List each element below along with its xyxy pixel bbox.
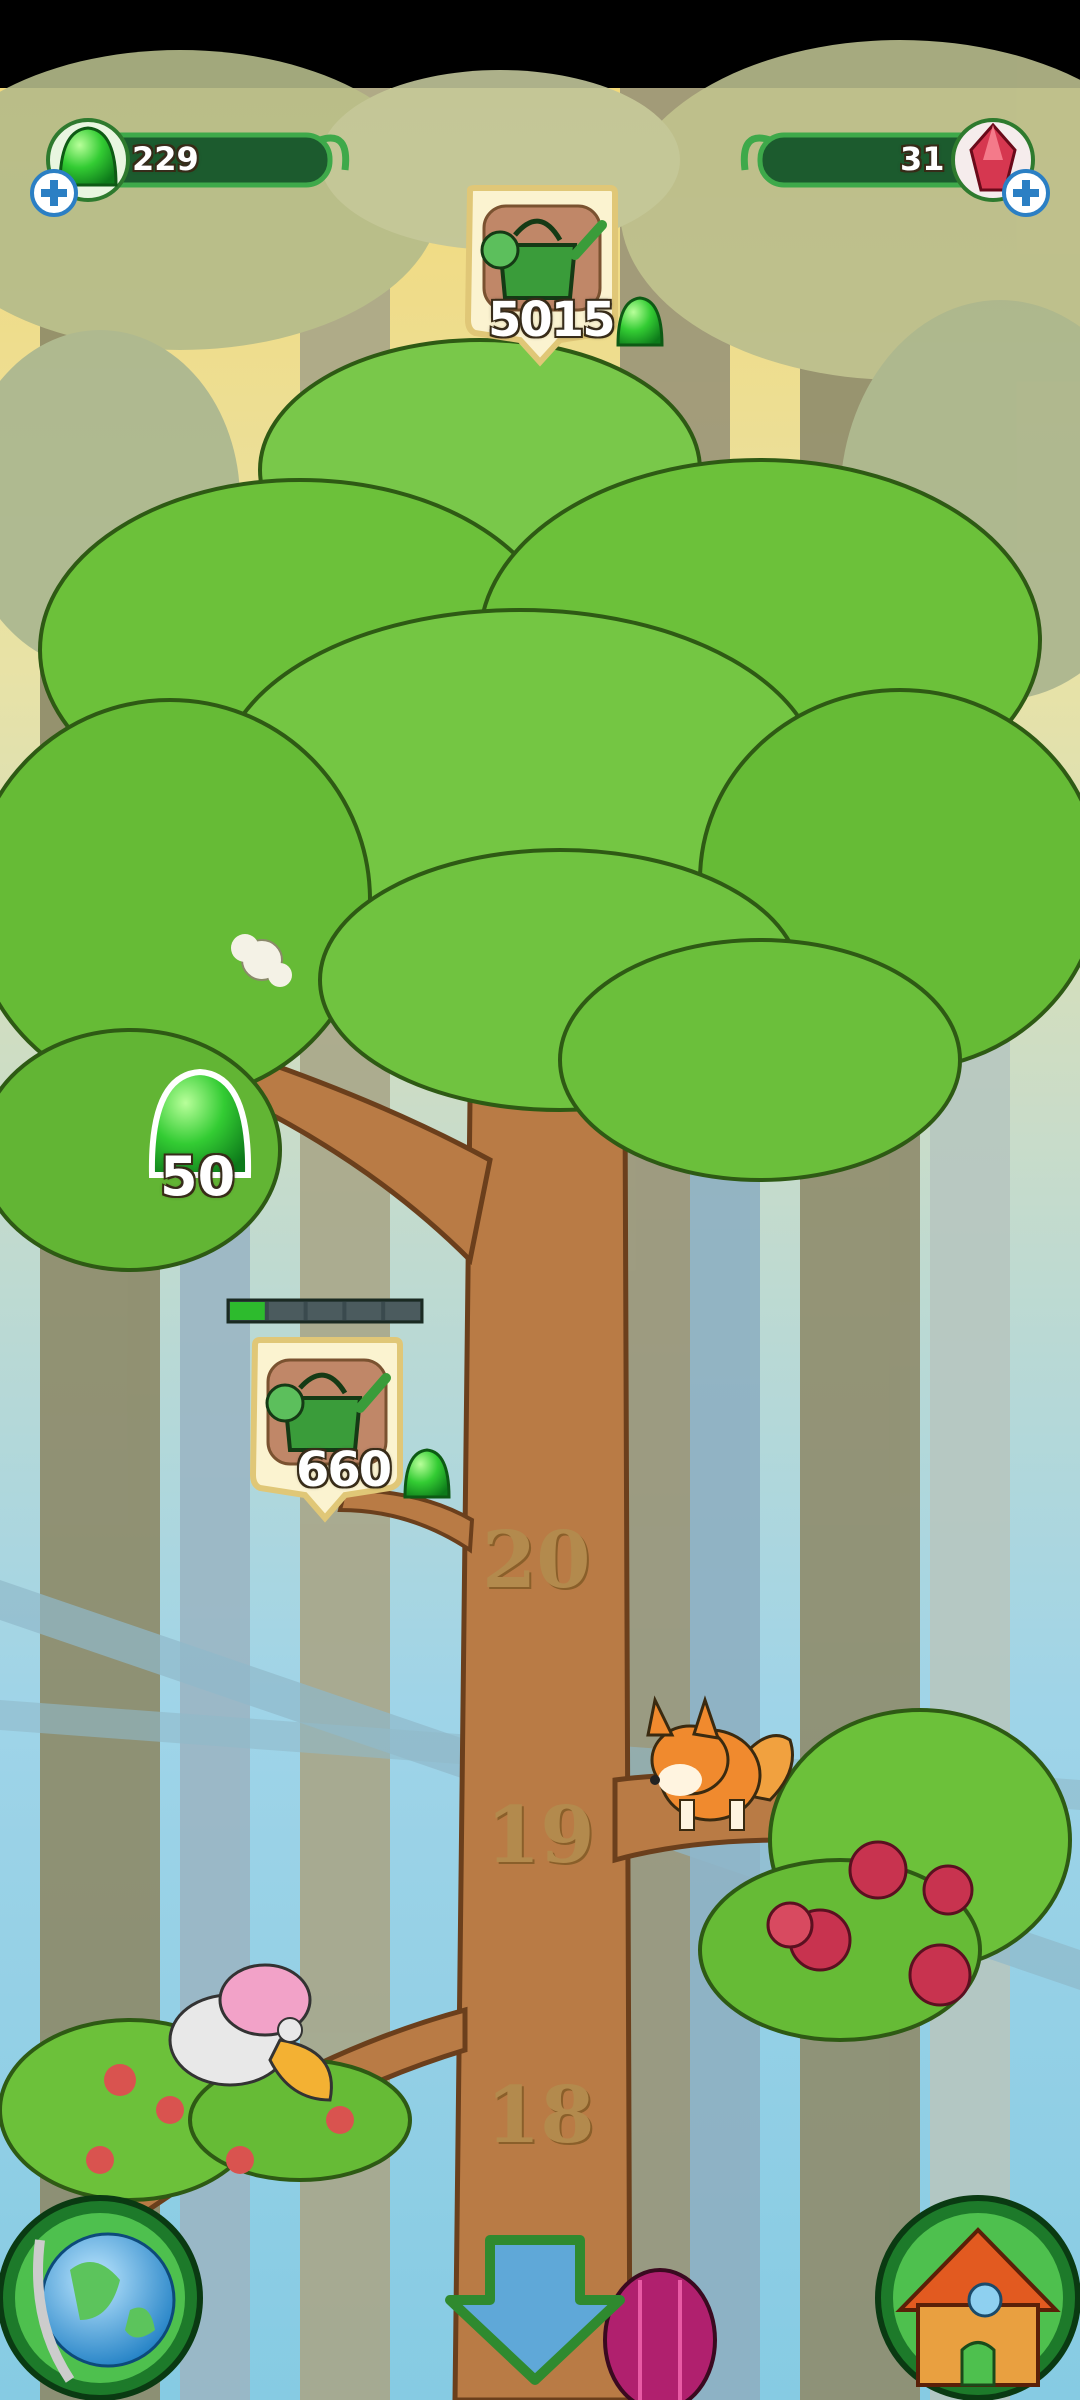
progress-segment <box>230 1302 265 1320</box>
progress-segment <box>346 1302 382 1320</box>
top-upgrade-cost: 5015 <box>488 292 616 348</box>
world-map-button[interactable] <box>0 2195 203 2400</box>
tree-level-marker: 20 <box>482 1515 591 1606</box>
crystals-value: 31 <box>900 140 945 178</box>
cactus-character[interactable] <box>603 2268 717 2400</box>
add-gems-button[interactable] <box>30 169 78 217</box>
tree-level-marker: 18 <box>486 2070 595 2161</box>
progress-segment <box>307 1302 343 1320</box>
progress-segment <box>268 1302 304 1320</box>
gem-drop-value: 50 <box>160 1145 236 1208</box>
progress-segment <box>385 1302 420 1320</box>
side-upgrade-progress-bar <box>226 1298 424 1324</box>
home-button[interactable] <box>875 2195 1080 2400</box>
gems-value: 229 <box>132 140 199 178</box>
tree-level-marker: 19 <box>486 1790 595 1881</box>
side-upgrade-cost: 660 <box>296 1442 392 1498</box>
add-crystals-button[interactable] <box>1002 169 1050 217</box>
